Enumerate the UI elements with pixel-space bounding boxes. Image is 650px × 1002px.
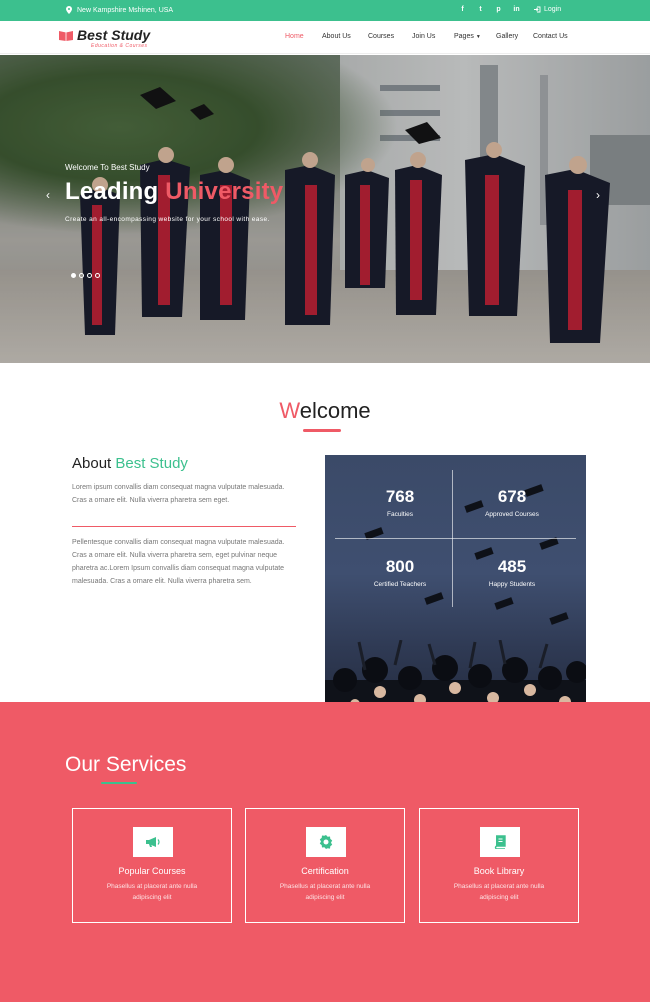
nav-pages[interactable]: Pages ▼	[454, 33, 496, 40]
facebook-icon[interactable]: f	[458, 5, 467, 14]
hero-title-plain: Leading	[65, 178, 166, 205]
about-paragraph-2: Pellentesque convallis diam consequat ma…	[72, 539, 285, 585]
service-desc: Phasellus at placerat ante nulla adipisc…	[106, 883, 198, 901]
site-header: Best Study Education & Courses Home Abou…	[0, 21, 650, 54]
welcome-divider	[303, 429, 341, 432]
address: New Kampshire Mshinen, USA	[66, 6, 173, 14]
services-word1-rest: ur	[81, 753, 106, 776]
service-desc: Phasellus at placerat ante nulla adipisc…	[453, 883, 545, 901]
service-title: Certification	[301, 866, 349, 876]
nav-gallery[interactable]: Gallery	[496, 33, 533, 40]
about-heading: About Best Study	[72, 455, 188, 472]
stat-number: 678	[497, 487, 527, 506]
services-first-letter: O	[65, 753, 82, 776]
nav-join-us[interactable]: Join Us	[412, 33, 454, 40]
logo-name: Best Study	[77, 27, 151, 43]
hero-kicker: Welcome To Best Study	[65, 163, 150, 172]
slider-next-arrow[interactable]: ›	[596, 188, 600, 202]
service-card-book-library[interactable]: Book Library Phasellus at placerat ante …	[419, 808, 579, 923]
slider-dot-4[interactable]	[95, 273, 100, 278]
welcome-rest: elcome	[299, 398, 371, 423]
slider-dot-1[interactable]	[71, 273, 76, 278]
stat-label: Happy Students	[488, 581, 536, 588]
service-card-popular-courses[interactable]: Popular Courses Phasellus at placerat an…	[72, 808, 232, 923]
caret-down-icon: ▼	[475, 34, 481, 40]
hero-subtitle: Create an all-encompassing website for y…	[65, 216, 270, 223]
map-pin-icon	[66, 6, 72, 14]
service-title: Popular Courses	[118, 866, 186, 876]
stat-approved-courses: 678 Approved Courses	[447, 487, 577, 518]
welcome-first-letter: W	[279, 398, 300, 423]
hero-slider: ‹ › Welcome To Best Study Leading Univer…	[0, 55, 650, 363]
book-logo-icon	[59, 31, 73, 41]
about-title-plain: About	[72, 455, 116, 472]
book-icon	[494, 835, 506, 849]
social-links: f t p in	[458, 5, 521, 14]
slider-dot-2[interactable]	[79, 273, 84, 278]
main-nav: Home About Us Courses Join Us Pages ▼ Ga…	[285, 33, 568, 40]
linkedin-icon[interactable]: in	[512, 5, 521, 14]
nav-about-us[interactable]: About Us	[322, 33, 368, 40]
nav-home[interactable]: Home	[285, 33, 322, 40]
slider-dot-3[interactable]	[87, 273, 92, 278]
nav-contact-us[interactable]: Contact Us	[533, 33, 568, 40]
stat-number: 800	[385, 557, 415, 576]
megaphone-icon	[146, 837, 160, 847]
slider-dots	[71, 273, 100, 278]
about-title-highlight: Best Study	[115, 455, 188, 472]
stat-label: Faculties	[386, 511, 413, 518]
stat-label: Certified Teachers	[373, 581, 427, 588]
pinterest-icon[interactable]: p	[494, 5, 503, 14]
hero-title: Leading University	[65, 178, 283, 206]
about-divider	[72, 526, 296, 527]
services-divider	[101, 782, 137, 784]
welcome-heading: Welcome	[0, 398, 650, 424]
about-paragraph-1: Lorem ipsum convallis diam consequat mag…	[72, 484, 285, 504]
stat-certified-teachers: 800 Certified Teachers	[335, 557, 465, 588]
service-title: Book Library	[473, 866, 525, 876]
stat-number: 768	[385, 487, 415, 506]
stat-label: Approved Courses	[485, 511, 539, 518]
services-section: Our Services Popular Courses Phasellus a…	[0, 702, 650, 1002]
stat-happy-students: 485 Happy Students	[447, 557, 577, 588]
nav-courses[interactable]: Courses	[368, 33, 412, 40]
login-label: Login	[544, 6, 562, 13]
service-card-certification[interactable]: Certification Phasellus at placerat ante…	[245, 808, 405, 923]
badge-icon	[319, 835, 333, 849]
hero-title-highlight: University	[165, 178, 284, 205]
twitter-icon[interactable]: t	[476, 5, 485, 14]
login-icon	[534, 6, 541, 13]
services-word2-rest: ervices	[119, 753, 187, 776]
top-bar: New Kampshire Mshinen, USA f t p in Logi…	[0, 0, 650, 21]
logo-tagline: Education & Courses	[91, 43, 148, 49]
hero-caption: Welcome To Best Study Leading University…	[65, 163, 283, 223]
slider-prev-arrow[interactable]: ‹	[46, 188, 50, 202]
nav-pages-label: Pages	[454, 33, 474, 40]
stat-faculties: 768 Faculties	[335, 487, 465, 518]
stat-number: 485	[497, 557, 527, 576]
services-heading: Our Services	[65, 753, 186, 777]
login-link[interactable]: Login	[534, 6, 561, 13]
services-second-letter: S	[105, 753, 120, 776]
service-desc: Phasellus at placerat ante nulla adipisc…	[279, 883, 371, 901]
address-text: New Kampshire Mshinen, USA	[77, 6, 174, 14]
logo[interactable]: Best Study Education & Courses	[58, 28, 150, 49]
